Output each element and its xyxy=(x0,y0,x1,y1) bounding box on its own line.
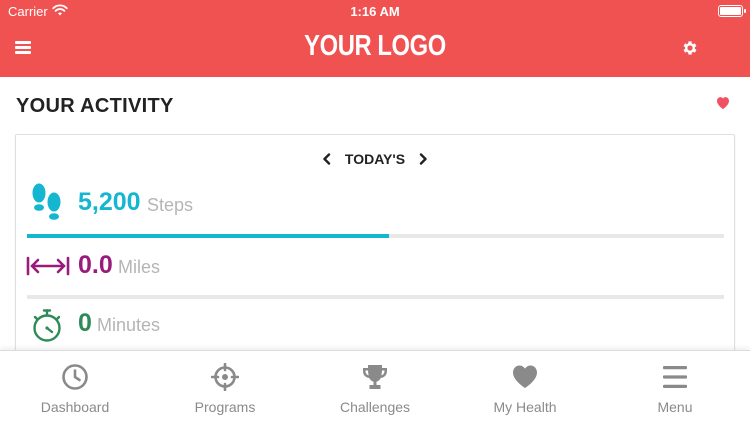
status-time: 1:16 AM xyxy=(350,4,400,19)
tab-challenges[interactable]: Challenges xyxy=(300,351,450,422)
steps-unit: Steps xyxy=(147,195,194,215)
steps-progress-bar xyxy=(27,234,724,238)
steps-progress-fill xyxy=(27,234,390,238)
gear-icon[interactable] xyxy=(681,39,699,57)
tab-label: Challenges xyxy=(339,399,411,415)
crosshair-icon xyxy=(211,363,239,391)
tab-label: Programs xyxy=(194,399,256,415)
footsteps-icon xyxy=(32,183,61,220)
tab-label: Dashboard xyxy=(40,399,110,415)
chevron-right-icon[interactable] xyxy=(417,153,429,165)
steps-value: 5,200 xyxy=(78,188,141,216)
minutes-value: 0 xyxy=(78,309,92,337)
battery-icon xyxy=(718,5,746,17)
trophy-icon xyxy=(363,365,387,389)
tab-dashboard[interactable]: Dashboard xyxy=(0,351,150,422)
section-title: YOUR ACTIVITY xyxy=(16,95,174,117)
miles-value: 0.0 xyxy=(78,251,113,279)
minutes-unit: Minutes xyxy=(97,315,161,335)
activity-card: TODAY'S 5,200 Steps 0.0 Miles 0 Minutes xyxy=(15,134,735,364)
tab-programs[interactable]: Programs xyxy=(150,351,300,422)
app-logo: YOUR LOGO xyxy=(304,30,446,62)
tab-label: My Health xyxy=(493,399,557,415)
stopwatch-icon xyxy=(33,309,61,342)
miles-unit: Miles xyxy=(118,257,161,277)
menu-lines-icon xyxy=(663,366,687,388)
status-bar: Carrier 1:16 AM xyxy=(0,0,750,22)
day-label: TODAY'S xyxy=(344,151,406,167)
clock-icon xyxy=(62,364,88,390)
app-header: Carrier 1:16 AM YOUR LOGO xyxy=(0,0,750,77)
tab-my-health[interactable]: My Health xyxy=(450,351,600,422)
tab-menu[interactable]: Menu xyxy=(600,351,750,422)
favorite-heart-icon[interactable] xyxy=(715,95,731,110)
chevron-left-icon[interactable] xyxy=(321,153,333,165)
heart-icon xyxy=(513,365,537,388)
hamburger-icon[interactable] xyxy=(15,41,31,54)
distance-arrows-icon xyxy=(26,256,70,276)
bottom-tab-bar: Dashboard Programs Challenges My Health xyxy=(0,350,750,422)
day-navigator: TODAY'S xyxy=(16,151,734,167)
tab-label: Menu xyxy=(657,399,693,415)
miles-progress-bar xyxy=(27,295,724,299)
